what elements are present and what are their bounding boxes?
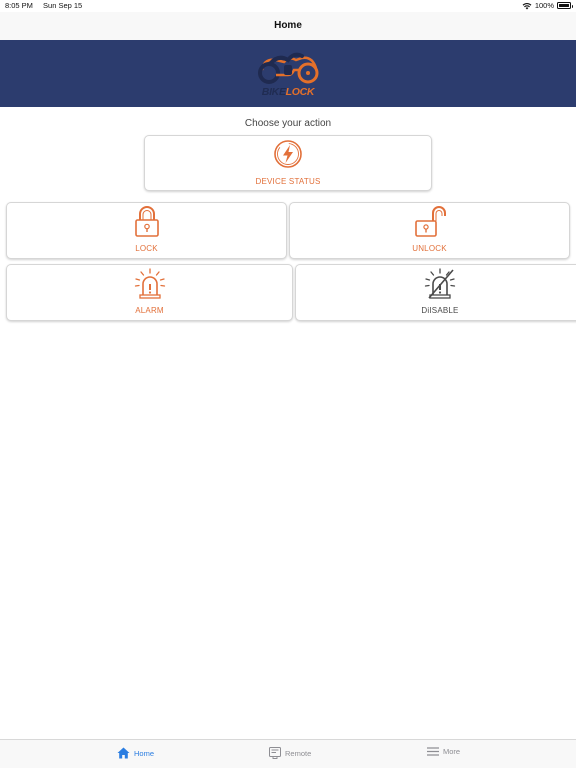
tab-remote[interactable]: Remote bbox=[269, 747, 311, 759]
nav-bar: Home bbox=[0, 12, 576, 40]
disable-button[interactable]: DiISABLE bbox=[295, 264, 576, 321]
tab-home[interactable]: Home bbox=[117, 747, 154, 759]
lightning-icon bbox=[274, 140, 302, 168]
logo-wordmark: BIKELOCK bbox=[261, 86, 315, 98]
motorcycle-logo-icon bbox=[258, 52, 319, 84]
menu-icon bbox=[427, 747, 439, 756]
wifi-icon bbox=[522, 2, 532, 9]
alarm-button[interactable]: ALARM bbox=[6, 264, 293, 321]
siren-icon bbox=[134, 268, 165, 299]
battery-icon bbox=[557, 2, 573, 9]
page-title: Home bbox=[274, 20, 302, 31]
status-bar: 8:05 PM Sun Sep 15 100% bbox=[0, 0, 576, 12]
bikelock-logo: BIKELOCK bbox=[250, 48, 326, 100]
status-time: 8:05 PM bbox=[5, 1, 33, 10]
siren-disabled-icon bbox=[424, 268, 456, 299]
unlock-button[interactable]: UNLOCK bbox=[289, 202, 570, 259]
alarm-label: ALARM bbox=[135, 306, 164, 315]
disable-label: DiISABLE bbox=[421, 306, 459, 315]
tab-remote-label: Remote bbox=[285, 748, 312, 758]
battery-percent: 100% bbox=[534, 1, 554, 10]
remote-icon bbox=[269, 747, 281, 759]
tab-more-label: More bbox=[443, 747, 461, 756]
padlock-open-icon bbox=[414, 206, 446, 237]
unlock-label: UNLOCK bbox=[412, 244, 447, 253]
tab-more[interactable]: More bbox=[427, 747, 460, 756]
lock-button[interactable]: LOCK bbox=[6, 202, 287, 259]
device-status-button[interactable]: DEVICE STATUS bbox=[144, 135, 432, 191]
device-status-label: DEVICE STATUS bbox=[255, 177, 321, 186]
tab-bar: Home Remote More bbox=[0, 739, 576, 768]
action-prompt: Choose your action bbox=[244, 118, 332, 129]
lock-label: LOCK bbox=[135, 244, 158, 253]
home-icon bbox=[117, 747, 130, 759]
padlock-closed-icon bbox=[134, 206, 159, 237]
tab-home-label: Home bbox=[134, 748, 155, 758]
status-date: Sun Sep 15 bbox=[43, 1, 83, 10]
brand-banner: BIKELOCK bbox=[0, 40, 576, 107]
